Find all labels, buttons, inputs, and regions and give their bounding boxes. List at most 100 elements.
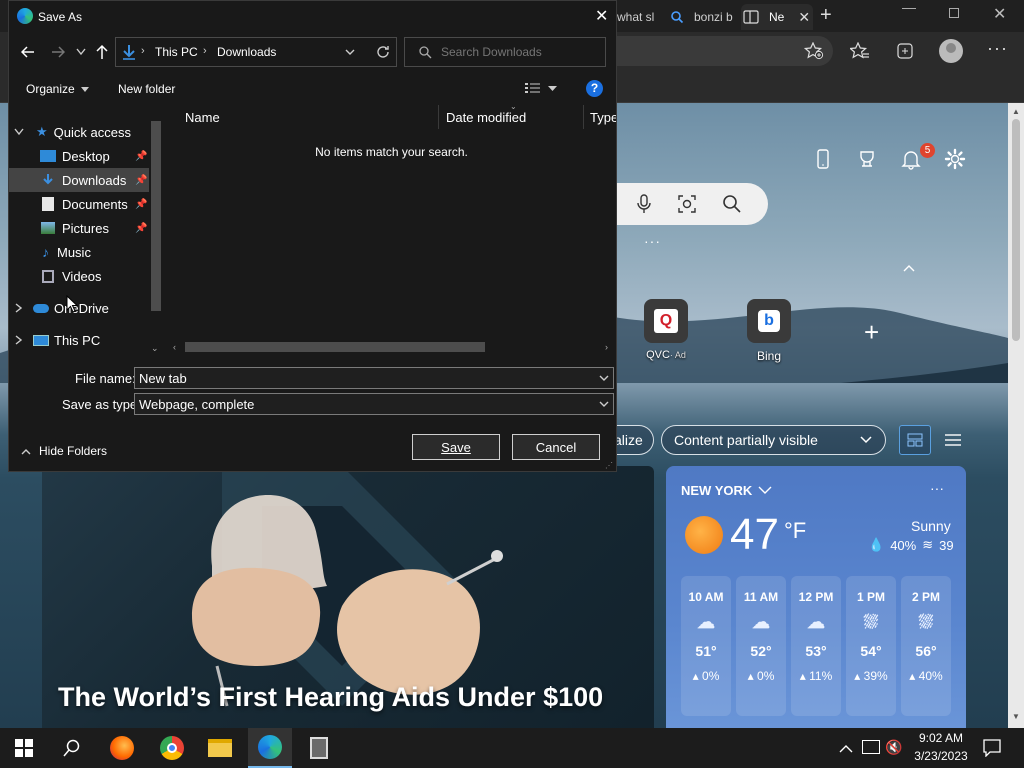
chevron-down-icon[interactable] [548, 86, 557, 91]
new-tab-plus-icon[interactable]: + [820, 4, 832, 27]
column-header-type[interactable]: Type [590, 105, 616, 129]
quick-link-qvc[interactable]: Q QVC· Ad [641, 299, 691, 361]
settings-gear-icon[interactable] [944, 148, 966, 170]
tree-item-videos[interactable]: Videos [9, 264, 149, 288]
weather-more-icon[interactable]: ··· [930, 480, 944, 496]
new-folder-button[interactable]: New folder [118, 82, 175, 96]
add-favorite-icon[interactable] [804, 42, 824, 60]
list-scrollbar-thumb[interactable] [185, 342, 485, 352]
page-scrollbar[interactable]: ▲ ▼ [1008, 103, 1024, 728]
search-submit-icon[interactable] [722, 194, 742, 214]
address-bar[interactable] [617, 36, 833, 66]
add-quick-link-icon[interactable]: + [864, 317, 879, 348]
dialog-search-box[interactable] [404, 37, 606, 67]
dialog-address-bar[interactable]: › This PC › Downloads [115, 37, 397, 67]
collections-icon[interactable] [895, 41, 915, 61]
taskbar-edge[interactable] [248, 728, 292, 768]
clock-time[interactable]: 9:02 AM [912, 731, 970, 745]
collapsed-chevron-icon[interactable] [15, 335, 22, 345]
notifications-bell-icon[interactable] [900, 148, 922, 170]
news-headline[interactable]: The World’s First Hearing Aids Under $10… [58, 682, 603, 713]
address-history-chevron-icon[interactable] [345, 49, 355, 56]
taskbar-calculator[interactable] [297, 728, 341, 768]
content-visibility-dropdown[interactable]: Content partially visible [661, 425, 886, 455]
quick-link-label: QVC [646, 349, 670, 361]
tab-bonzi[interactable]: bonzi b [660, 6, 740, 28]
start-button[interactable] [2, 728, 46, 768]
taskbar-file-explorer[interactable] [198, 728, 242, 768]
scroll-up-arrow-icon[interactable]: ▲ [1012, 107, 1020, 116]
profile-avatar[interactable] [939, 39, 963, 63]
up-arrow-icon[interactable] [95, 44, 109, 60]
forward-arrow-icon[interactable] [51, 45, 65, 59]
organize-button[interactable]: Organize [26, 82, 89, 96]
tree-item-documents[interactable]: Documents 📌 [9, 192, 149, 216]
close-tab-icon[interactable]: ✕ [798, 9, 810, 26]
weather-card[interactable]: NEW YORK ··· 47 °F Sunny 💧 40% ≋ 39 10 AM … [666, 466, 966, 728]
dialog-close-icon[interactable]: ✕ [595, 6, 608, 26]
save-type-select[interactable]: Webpage, complete [134, 393, 614, 415]
tree-label: Videos [62, 268, 102, 284]
tree-item-downloads[interactable]: Downloads 📌 [9, 168, 149, 192]
dialog-search-input[interactable] [441, 43, 591, 61]
taskbar-chrome[interactable] [150, 728, 194, 768]
save-button[interactable]: Save [412, 434, 500, 460]
tree-item-desktop[interactable]: Desktop 📌 [9, 144, 149, 168]
quick-link-bing[interactable]: b Bing [746, 299, 792, 363]
tree-item-this-pc[interactable]: This PC [9, 328, 149, 352]
back-arrow-icon[interactable] [21, 45, 35, 59]
tree-item-onedrive[interactable]: OneDrive [9, 296, 149, 320]
breadcrumb-downloads[interactable]: Downloads [217, 45, 276, 59]
list-layout-icon[interactable] [944, 433, 962, 447]
scrollbar-thumb[interactable] [1012, 119, 1020, 341]
restore-icon[interactable] [949, 8, 959, 18]
rewards-icon[interactable] [857, 149, 877, 169]
action-center-icon[interactable] [983, 739, 1001, 757]
visual-search-icon[interactable] [677, 194, 697, 214]
list-horizontal-scrollbar[interactable]: ‹ › [167, 339, 616, 355]
file-name-input[interactable]: New tab [134, 367, 614, 389]
news-hero-card[interactable]: The World’s First Hearing Aids Under $10… [42, 466, 654, 728]
hide-folders-button[interactable]: Hide Folders [21, 444, 107, 458]
tab-what[interactable]: what sl [617, 6, 659, 28]
view-options-icon[interactable] [524, 82, 542, 94]
microphone-icon[interactable] [636, 194, 652, 214]
hidden-icons-chevron-icon[interactable] [839, 744, 853, 753]
clock-date[interactable]: 3/23/2023 [912, 749, 970, 763]
favorites-icon[interactable] [850, 42, 870, 60]
volume-muted-icon[interactable]: 🔇 [885, 739, 902, 756]
resize-grip-icon[interactable]: ⋰ [605, 461, 613, 470]
network-icon[interactable] [862, 740, 880, 754]
dialog-titlebar[interactable]: Save As ✕ [9, 1, 616, 33]
cloud-icon: ☁ [697, 612, 715, 632]
tree-scrollbar[interactable]: ⌄ [149, 119, 163, 355]
chevron-down-icon[interactable] [599, 375, 609, 381]
tree-item-quick-access[interactable]: ★ Quick access [9, 120, 149, 144]
cancel-button[interactable]: Cancel [512, 434, 600, 460]
chevron-up-icon[interactable] [902, 263, 916, 273]
tree-item-music[interactable]: ♪ Music [9, 240, 149, 264]
column-header-name[interactable]: Name [185, 105, 439, 129]
tree-item-pictures[interactable]: Pictures 📌 [9, 216, 149, 240]
grid-layout-button[interactable] [899, 425, 931, 455]
more-dots-icon[interactable]: ··· [644, 233, 661, 249]
more-options-icon[interactable]: ··· [987, 38, 1008, 59]
scroll-down-arrow-icon[interactable]: ⌄ [151, 343, 159, 354]
taskbar-search-button[interactable] [50, 728, 94, 768]
recent-locations-chevron-icon[interactable] [76, 48, 86, 56]
mobile-icon[interactable] [814, 149, 832, 169]
weather-location[interactable]: NEW YORK [681, 483, 772, 498]
tree-scrollbar-thumb[interactable] [151, 121, 161, 311]
expanded-chevron-icon[interactable] [14, 128, 24, 136]
scroll-left-arrow-icon[interactable]: ‹ [173, 342, 176, 352]
collapsed-chevron-icon[interactable] [15, 303, 22, 313]
tab-new-tab[interactable]: Ne ✕ [741, 4, 813, 30]
close-window-icon[interactable]: ✕ [993, 4, 1006, 24]
scroll-right-arrow-icon[interactable]: › [605, 342, 608, 352]
breadcrumb-this-pc[interactable]: This PC [155, 45, 198, 59]
help-icon[interactable]: ? [586, 80, 603, 97]
minimize-icon[interactable] [902, 8, 916, 9]
scroll-down-arrow-icon[interactable]: ▼ [1012, 712, 1020, 721]
taskbar-firefox[interactable] [100, 728, 144, 768]
refresh-icon[interactable] [376, 45, 390, 59]
